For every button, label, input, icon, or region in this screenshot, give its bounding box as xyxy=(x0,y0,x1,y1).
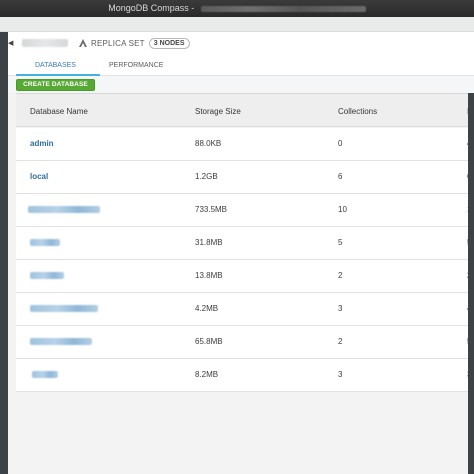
redacted-database-name[interactable] xyxy=(30,338,92,345)
instance-header: ◀ REPLICA SET 3 NODES xyxy=(8,32,474,54)
sidebar-collapsed[interactable] xyxy=(0,32,8,474)
table-row[interactable]: 13.8MB 2 2 xyxy=(16,260,474,293)
collections-count: 2 xyxy=(338,337,343,346)
collections-count: 10 xyxy=(338,205,347,214)
nodes-badge: 3 NODES xyxy=(148,37,190,49)
tab-bar: DATABASES PERFORMANCE xyxy=(8,54,474,76)
redacted-database-name[interactable] xyxy=(32,371,58,378)
toolbar-strip xyxy=(0,17,474,32)
table-row[interactable]: admin 88.0KB 0 4 xyxy=(16,128,474,161)
table-row[interactable]: 31.8MB 5 5 xyxy=(16,227,474,260)
tab-performance[interactable]: PERFORMANCE xyxy=(109,62,163,69)
redacted-host-name xyxy=(22,39,68,47)
database-name-link[interactable]: admin xyxy=(30,139,54,148)
storage-size: 4.2MB xyxy=(195,304,219,313)
storage-size: 13.8MB xyxy=(195,271,223,280)
replica-set-label: REPLICA SET xyxy=(91,38,145,48)
collections-count: 3 xyxy=(338,304,343,313)
storage-size: 8.2MB xyxy=(195,370,219,379)
chevron-left-icon[interactable]: ◀ xyxy=(8,39,16,47)
collections-count: 5 xyxy=(338,238,343,247)
redacted-database-name[interactable] xyxy=(30,305,98,312)
right-panel-edge xyxy=(468,93,474,474)
collections-count: 6 xyxy=(338,172,343,181)
table-row[interactable]: 4.2MB 3 4 xyxy=(16,293,474,326)
table-row[interactable]: local 1.2GB 6 6 xyxy=(16,161,474,194)
storage-size: 65.8MB xyxy=(195,337,223,346)
storage-size: 733.5MB xyxy=(195,205,228,214)
column-header-storage[interactable]: Storage Size xyxy=(195,107,241,116)
actions-bar: CREATE DATABASE xyxy=(8,76,474,93)
redacted-database-name[interactable] xyxy=(30,272,64,279)
window-titlebar: MongoDB Compass - xyxy=(0,0,474,17)
create-database-button[interactable]: CREATE DATABASE xyxy=(16,79,95,91)
databases-table: Database Name Storage Size Collections I… xyxy=(8,93,474,474)
collections-count: 2 xyxy=(338,271,343,280)
database-name-link[interactable]: local xyxy=(30,172,48,181)
table-row[interactable]: 8.2MB 3 3 xyxy=(16,359,474,392)
redacted-database-name[interactable] xyxy=(30,239,60,246)
storage-size: 1.2GB xyxy=(195,172,218,181)
window-title: MongoDB Compass - xyxy=(108,3,197,13)
collections-count: 3 xyxy=(338,370,343,379)
tab-databases[interactable]: DATABASES xyxy=(35,62,76,69)
storage-size: 88.0KB xyxy=(195,139,222,148)
table-row[interactable]: 65.8MB 2 5 xyxy=(16,326,474,359)
collections-count: 0 xyxy=(338,139,343,148)
redacted-connection-name xyxy=(200,5,366,12)
table-header: Database Name Storage Size Collections I… xyxy=(16,93,474,127)
storage-size: 31.8MB xyxy=(195,238,223,247)
redacted-database-name[interactable] xyxy=(28,206,100,213)
table-row[interactable]: 733.5MB 10 1 xyxy=(16,194,474,227)
column-header-name[interactable]: Database Name xyxy=(30,107,88,116)
replica-set-icon xyxy=(79,39,87,47)
column-header-collections[interactable]: Collections xyxy=(338,107,377,116)
